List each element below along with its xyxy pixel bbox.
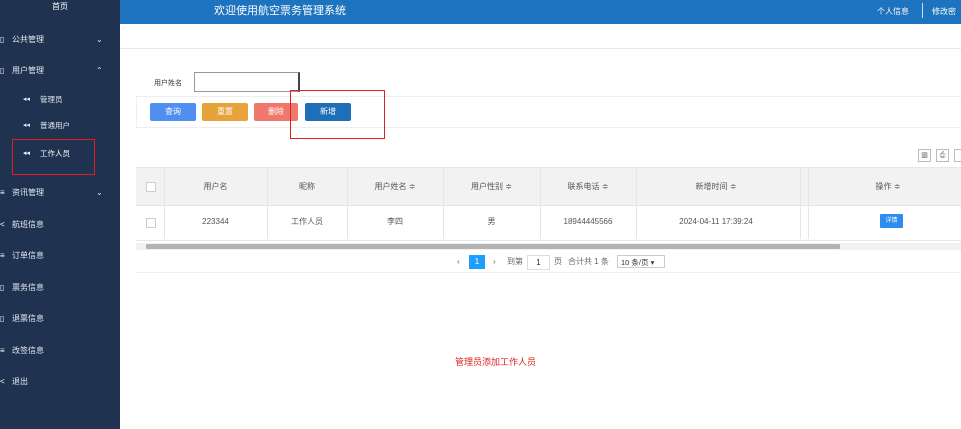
table-header: 用户名 昵称 用户姓名 ≑ 用户性别 ≑ 联系电话 ≑ 新增时间 ≑ 操作 ≑: [136, 167, 961, 206]
query-button[interactable]: 查询: [150, 103, 196, 121]
rewind-icon: ◂◂: [23, 96, 31, 103]
rewind-icon: ◂◂: [23, 122, 31, 129]
chevron-down-icon: ⌄: [96, 35, 103, 44]
header-divider: [922, 3, 923, 18]
goto-label: 到第: [507, 257, 523, 266]
export-icon[interactable]: [954, 149, 961, 162]
sidebar-home[interactable]: 首页: [0, 0, 120, 14]
sidebar-item-label: 订单信息: [12, 251, 44, 260]
sidebar-item-label: 公共管理: [12, 35, 44, 44]
order-icon: ≡: [0, 251, 5, 260]
cell-username: 223344: [202, 217, 229, 226]
news-icon: ≡: [0, 188, 5, 197]
sidebar-item-tickets[interactable]: ▯ 票务信息: [0, 275, 120, 301]
column-header-nickname[interactable]: 昵称: [267, 168, 347, 205]
column-header-created[interactable]: 新增时间 ≑: [636, 168, 796, 205]
sidebar-item-label: 票务信息: [12, 283, 44, 292]
cell-phone: 18944445566: [563, 217, 613, 226]
personal-info-link[interactable]: 个人信息: [877, 6, 909, 17]
prev-page-button[interactable]: ‹: [457, 254, 460, 270]
detail-button[interactable]: 详情: [880, 214, 903, 228]
sidebar-item-label: 航班信息: [12, 220, 44, 229]
sidebar-item-label: 退票信息: [12, 314, 44, 323]
sidebar-item-flights[interactable]: < 航班信息: [0, 212, 120, 238]
sidebar-item-changes[interactable]: ≡ 改签信息: [0, 338, 120, 364]
columns-icon[interactable]: ▥: [918, 149, 931, 162]
tab-bar: [120, 24, 961, 49]
column-header-phone[interactable]: 联系电话 ≑: [540, 168, 636, 205]
annotation-text: 管理员添加工作人员: [455, 357, 537, 367]
search-input[interactable]: [195, 73, 298, 91]
sidebar-item-label: 改签信息: [12, 346, 44, 355]
sidebar-item-public-management[interactable]: ▯ 公共管理 ⌄: [0, 27, 120, 53]
column-header-name[interactable]: 用户姓名 ≑: [347, 168, 443, 205]
reset-button[interactable]: 重置: [202, 103, 248, 121]
scrollbar-thumb[interactable]: [146, 244, 840, 249]
total-count: 合计共 1 条: [568, 257, 609, 266]
sidebar-subitem-label: 普通用户: [40, 121, 70, 130]
sidebar-item-user-management[interactable]: ▯ 用户管理 ⌃: [0, 58, 120, 84]
search-field-wrapper: [194, 72, 300, 92]
goto-page-input[interactable]: 1: [527, 255, 550, 270]
page-1-button[interactable]: 1: [469, 255, 485, 269]
chevron-down-icon: ⌄: [96, 188, 103, 197]
column-header-username[interactable]: 用户名: [164, 168, 267, 205]
sidebar-item-label: 退出: [12, 377, 28, 386]
search-label: 用户姓名: [154, 80, 182, 87]
next-page-button[interactable]: ›: [493, 254, 496, 270]
table-row: 223344 工作人员 李四 男 18944445566 2024-04-11 …: [136, 204, 961, 241]
sidebar-subitem-admin[interactable]: ◂◂ 管理员: [0, 87, 120, 113]
folder-icon: ▯: [0, 35, 5, 44]
page-unit-label: 页: [554, 257, 562, 266]
plane-icon: <: [0, 220, 5, 229]
sidebar-subitem-label: 管理员: [40, 95, 63, 104]
change-icon: ≡: [0, 346, 5, 355]
sidebar-item-news-management[interactable]: ≡ 资讯管理 ⌄: [0, 180, 120, 206]
cell-name: 李四: [387, 217, 403, 226]
sidebar: 首页 ▯ 公共管理 ⌄ ▯ 用户管理 ⌃ ◂◂ 管理员 ◂◂ 普通用户 ◂◂ 工…: [0, 0, 120, 429]
column-header-actions[interactable]: 操作 ≑: [808, 168, 961, 205]
highlight-box-add: [290, 90, 385, 139]
ticket-icon: ▯: [0, 283, 5, 292]
sidebar-item-orders[interactable]: ≡ 订单信息: [0, 243, 120, 269]
pagination-divider: [136, 272, 961, 273]
row-checkbox[interactable]: [146, 218, 156, 228]
logout-icon: <: [0, 377, 5, 386]
sidebar-subitem-normal-user[interactable]: ◂◂ 普通用户: [0, 113, 120, 139]
highlight-box-staff: [12, 139, 95, 175]
cell-gender: 男: [487, 217, 496, 226]
select-all-checkbox[interactable]: [146, 182, 156, 192]
refund-icon: ▯: [0, 314, 5, 323]
change-password-link[interactable]: 修改密: [932, 6, 956, 17]
user-icon: ▯: [0, 66, 5, 75]
column-header-gender[interactable]: 用户性别 ≑: [443, 168, 540, 205]
sidebar-item-logout[interactable]: < 退出: [0, 369, 120, 395]
sidebar-item-refunds[interactable]: ▯ 退票信息: [0, 306, 120, 332]
cell-created: 2024-04-11 17:39:24: [679, 217, 753, 226]
sidebar-item-label: 资讯管理: [12, 188, 44, 197]
page-title: 欢迎使用航空票务管理系统: [214, 5, 346, 17]
page-size-select[interactable]: 10 条/页 ▾: [617, 255, 665, 268]
chevron-up-icon: ⌃: [96, 66, 103, 75]
sidebar-item-label: 用户管理: [12, 66, 44, 75]
cell-nickname: 工作人员: [291, 217, 323, 226]
header: 欢迎使用航空票务管理系统 个人信息 修改密: [120, 0, 961, 24]
print-icon[interactable]: ⎙: [936, 149, 949, 162]
